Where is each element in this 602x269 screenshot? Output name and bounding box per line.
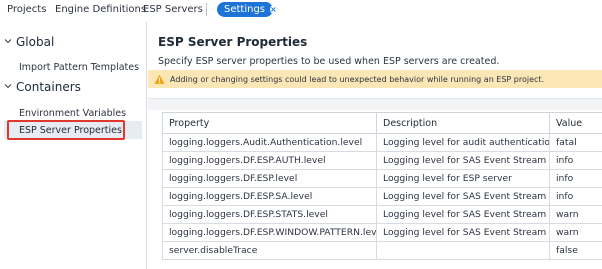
cell-description: Logging level for audit authentication <box>376 133 550 152</box>
cell-description: Logging level for SAS Event Stream ... <box>376 151 550 170</box>
main-content: ESP Server Properties Specify ESP server… <box>148 22 602 269</box>
properties-table: Property Description Value logging.logge… <box>162 112 602 260</box>
sidebar-group-global[interactable]: Global <box>4 35 54 49</box>
cell-value: false <box>549 241 602 260</box>
chevron-down-icon <box>4 82 16 93</box>
table-row[interactable]: logging.loggers.DF.ESP.AUTH.level Loggin… <box>162 151 602 170</box>
table-row[interactable]: logging.loggers.DF.ESP.SA.level Logging … <box>162 187 602 206</box>
cell-description <box>376 241 550 260</box>
cell-value: info <box>549 151 602 170</box>
warning-banner: Adding or changing settings could lead t… <box>148 70 602 88</box>
sidebar: Global Import Pattern Templates Containe… <box>0 22 147 269</box>
cell-value: info <box>549 187 602 206</box>
tab-projects[interactable]: Projects <box>7 4 46 15</box>
table-row[interactable]: logging.loggers.Audit.Authentication.lev… <box>162 133 602 152</box>
cell-property: logging.loggers.DF.ESP.STATS.level <box>162 205 377 224</box>
cell-description: Logging level for SAS Event Stream ... <box>376 187 550 206</box>
tab-settings[interactable]: Settings × <box>217 2 277 17</box>
warning-icon <box>154 74 165 84</box>
cell-property: logging.loggers.DF.ESP.SA.level <box>162 187 377 206</box>
sidebar-item-esp-server-properties[interactable]: ESP Server Properties <box>19 125 122 136</box>
table-header-row: Property Description Value <box>162 112 602 134</box>
cell-property: logging.loggers.DF.ESP.level <box>162 169 377 188</box>
cell-property: server.disableTrace <box>162 241 377 260</box>
chevron-down-icon <box>4 37 16 48</box>
toolbar-strip <box>148 98 602 110</box>
close-icon[interactable]: × <box>270 5 277 14</box>
cell-value: fatal <box>549 133 602 152</box>
tab-esp-servers[interactable]: ESP Servers <box>143 4 203 15</box>
column-header-value[interactable]: Value <box>549 112 602 134</box>
page-subtitle: Specify ESP server properties to be used… <box>158 56 500 67</box>
cell-property: logging.loggers.Audit.Authentication.lev… <box>162 133 377 152</box>
sidebar-group-global-title: Global <box>16 35 55 49</box>
sidebar-group-containers[interactable]: Containers <box>4 80 81 94</box>
warning-text: Adding or changing settings could lead t… <box>170 74 545 84</box>
sidebar-group-containers-title: Containers <box>16 80 81 94</box>
column-header-property[interactable]: Property <box>162 112 377 134</box>
table-row[interactable]: logging.loggers.DF.ESP.WINDOW.PATTERN.le… <box>162 223 602 242</box>
tab-settings-label: Settings <box>224 4 266 15</box>
column-header-description[interactable]: Description <box>376 112 550 134</box>
cell-property: logging.loggers.DF.ESP.AUTH.level <box>162 151 377 170</box>
cell-property: logging.loggers.DF.ESP.WINDOW.PATTERN.le… <box>162 223 377 242</box>
table-row[interactable]: logging.loggers.DF.ESP.STATS.level Loggi… <box>162 205 602 224</box>
cell-description: Logging level for SAS Event Stream ... <box>376 205 550 224</box>
table-row[interactable]: logging.loggers.DF.ESP.level Logging lev… <box>162 169 602 188</box>
table-row[interactable]: server.disableTrace false <box>162 241 602 260</box>
cell-description: Logging level for ESP server <box>376 169 550 188</box>
top-nav: Projects Engine Definitions ESP Servers … <box>0 0 602 22</box>
cell-value: warn <box>549 223 602 242</box>
tab-engine-definitions[interactable]: Engine Definitions <box>55 4 146 15</box>
cell-description: Logging level for SAS Event Stream ... <box>376 223 550 242</box>
cell-value: warn <box>549 205 602 224</box>
cell-value: info <box>549 169 602 188</box>
page-title: ESP Server Properties <box>158 35 308 49</box>
sidebar-item-import-pattern-templates[interactable]: Import Pattern Templates <box>19 62 139 73</box>
sidebar-item-environment-variables[interactable]: Environment Variables <box>19 108 126 119</box>
tab-divider <box>206 3 207 16</box>
